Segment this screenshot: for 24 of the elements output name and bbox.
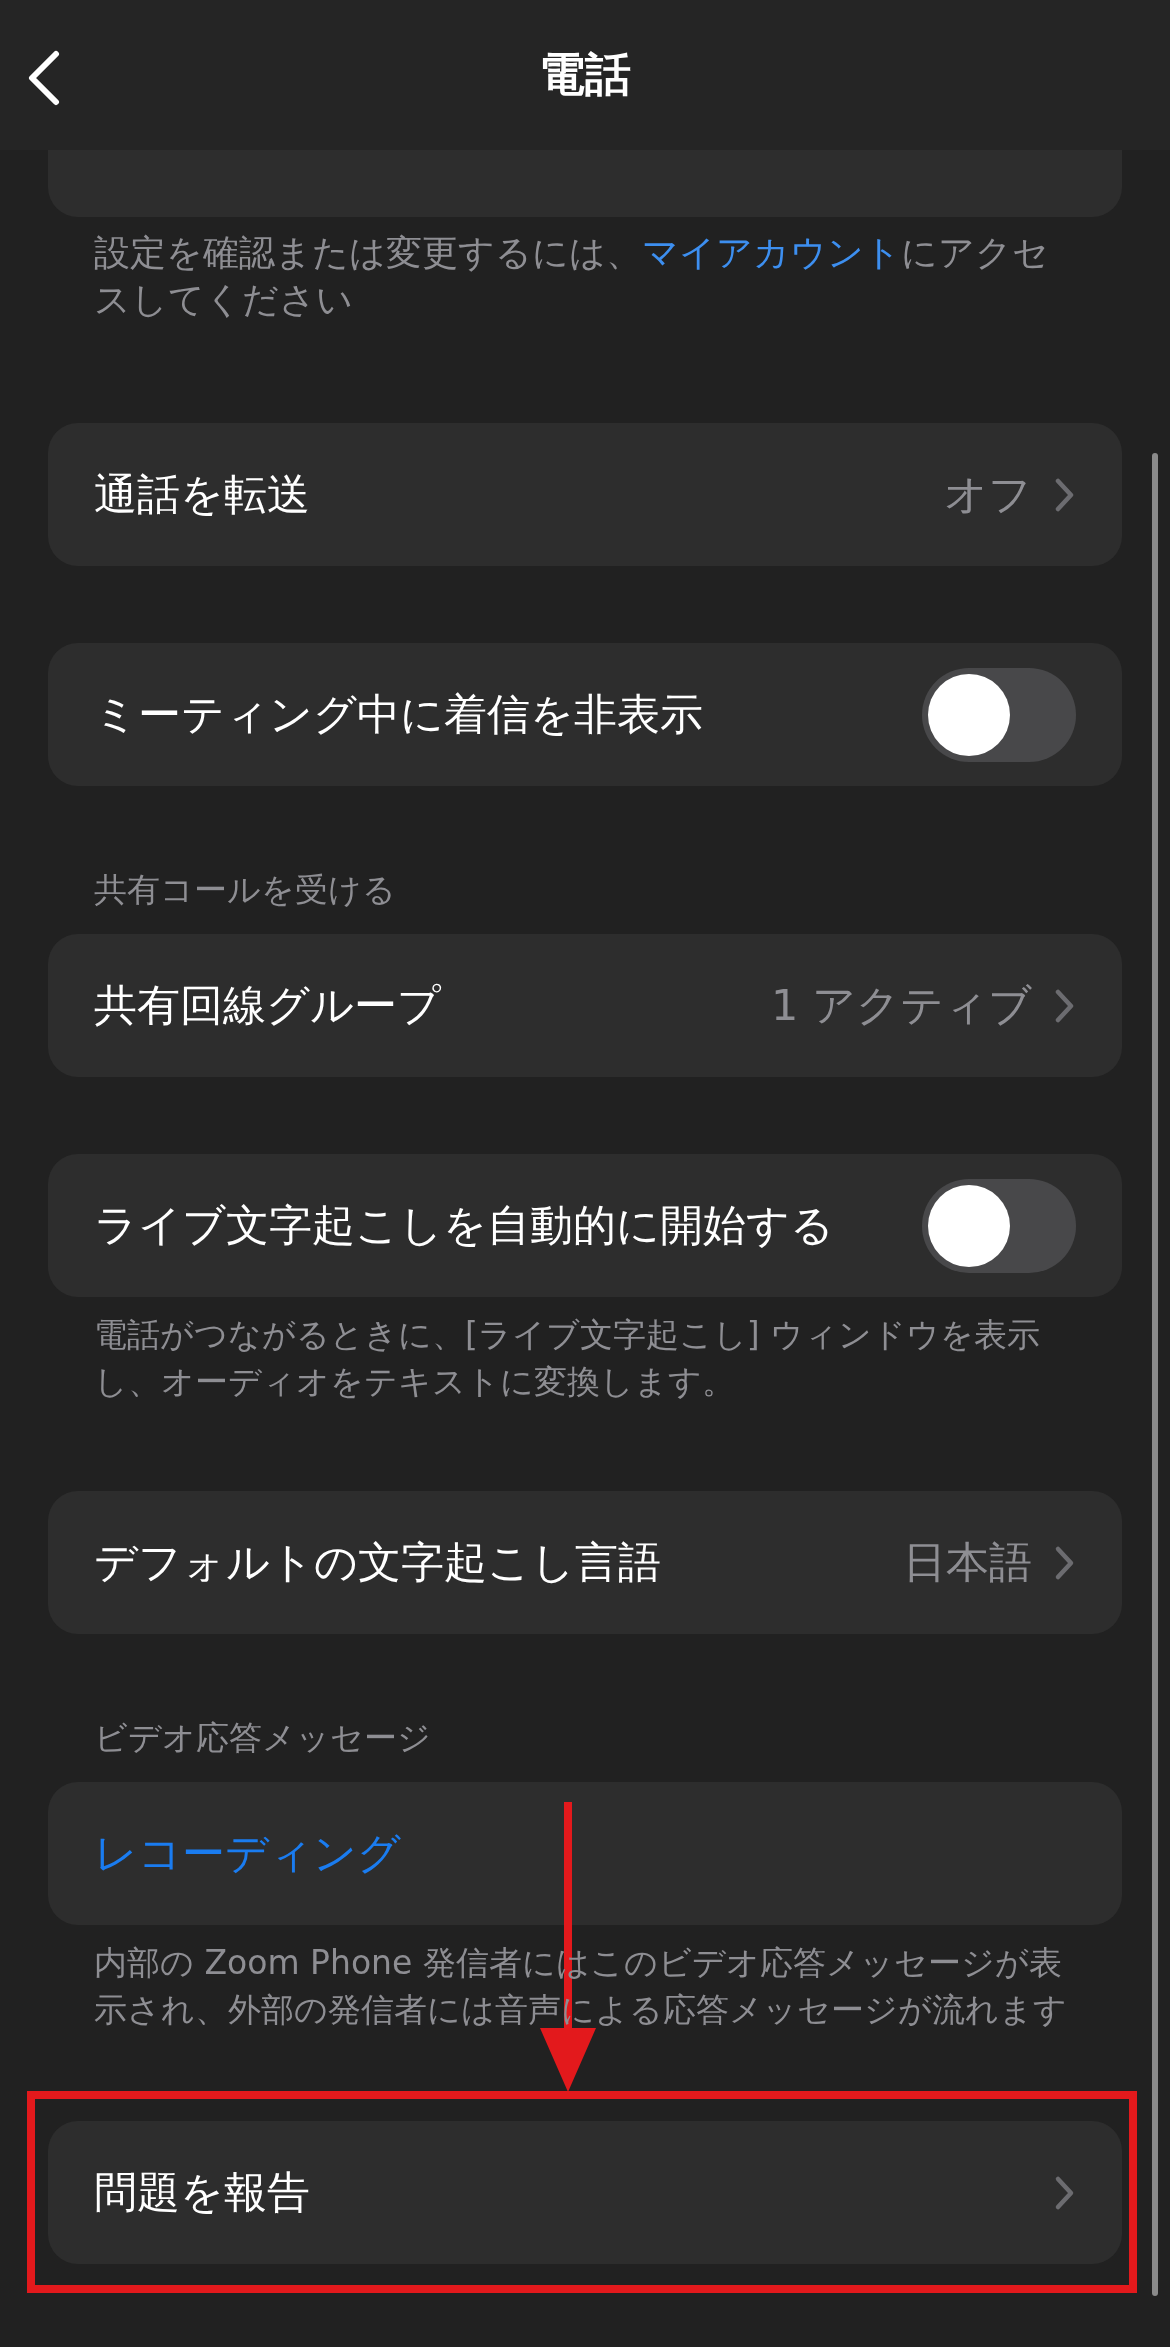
- note-text: 電話がつながるときに、[ライブ文字起こし] ウィンドウを表示し、オーディオをテキストに変換します。: [93, 1314, 1042, 1403]
- settings-row[interactable]: 通話を転送 オフ: [48, 423, 1122, 566]
- chevron-icon: [1054, 1544, 1076, 1581]
- row-label: ライブ文字起こしを自動的に開始する: [94, 1198, 834, 1252]
- row-label: ミーティング中に着信を非表示: [94, 687, 703, 741]
- screen-title: 電話: [539, 46, 631, 103]
- settings-row[interactable]: デフォルトの文字起こし言語 日本語: [48, 1491, 1122, 1634]
- row-value: 1 アクティブ: [770, 978, 1032, 1032]
- note-text: 設定を確認または変更するには、マイアカウント にアクセスしてください: [93, 231, 1050, 322]
- row-label: デフォルトの文字起こし言語: [94, 1535, 661, 1589]
- back-icon[interactable]: [26, 50, 60, 106]
- row-value: 日本語: [903, 1535, 1032, 1589]
- settings-row[interactable]: 問題を報告: [48, 2121, 1122, 2264]
- section-label: ビデオ応答メッセージ: [93, 1717, 432, 1759]
- row-label: 通話を転送: [94, 467, 310, 521]
- section-label: 共有コールを受ける: [93, 869, 397, 911]
- row-value: オフ: [944, 467, 1032, 521]
- account-link[interactable]: マイアカウント: [642, 232, 901, 273]
- row-label: 問題を報告: [94, 2165, 310, 2219]
- row-label: 共有回線グループ: [94, 978, 441, 1032]
- chevron-icon: [1054, 2174, 1076, 2211]
- settings-row[interactable]: 共有回線グループ 1 アクティブ: [48, 934, 1122, 1077]
- chevron-icon: [1054, 476, 1076, 513]
- chevron-icon: [1054, 987, 1076, 1024]
